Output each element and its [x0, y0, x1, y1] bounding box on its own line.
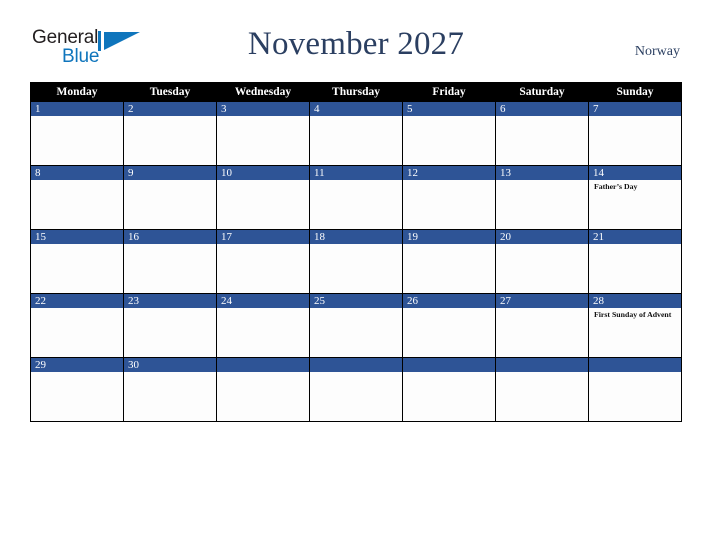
day-number: 5	[403, 102, 495, 116]
calendar-day-cell-22[interactable]: 22	[30, 293, 124, 358]
day-number: 12	[403, 166, 495, 180]
calendar-week-row: 15 16 17 18 19 20 21	[30, 229, 682, 294]
event-label: First Sunday of Advent	[594, 310, 672, 319]
calendar-day-cell-30[interactable]: 30	[123, 357, 217, 422]
calendar-day-cell-18[interactable]: 18	[309, 229, 403, 294]
calendar-week-row: 1234567	[30, 101, 682, 166]
day-number: 3	[217, 102, 309, 116]
weekday-header-monday: Monday	[30, 82, 124, 102]
calendar-week-row: 29 30	[30, 357, 682, 422]
calendar-day-cell-8[interactable]: 8	[30, 165, 124, 230]
weekday-header-row: Monday Tuesday Wednesday Thursday Friday Satu…	[30, 82, 682, 102]
day-number: 11	[310, 166, 402, 180]
calendar-day-cell-12[interactable]: 12	[402, 165, 496, 230]
day-number: 2	[124, 102, 216, 116]
calendar-day-cell-13[interactable]: 13	[495, 165, 589, 230]
day-number: 26	[403, 294, 495, 308]
day-number: 22	[31, 294, 123, 308]
weekday-header-tuesday: Tuesday	[123, 82, 217, 102]
day-number	[310, 358, 402, 372]
calendar-week-row: 22 23 24 25 26 27 28 First Sunday of Advent	[30, 293, 682, 358]
calendar-day-cell-27[interactable]: 27	[495, 293, 589, 358]
calendar-day-cell-19[interactable]: 19	[402, 229, 496, 294]
calendar-day-cell-26[interactable]: 26	[402, 293, 496, 358]
calendar-day-cell-empty[interactable]	[309, 357, 403, 422]
page-title: November 2027	[247, 26, 465, 62]
calendar-day-cell-7[interactable]: 7	[588, 101, 682, 166]
calendar-day-cell-28[interactable]: 28 First Sunday of Advent	[588, 293, 682, 358]
day-number: 6	[496, 102, 588, 116]
day-number	[403, 358, 495, 372]
calendar-day-cell-11[interactable]: 11	[309, 165, 403, 230]
calendar-day-cell-21[interactable]: 21	[588, 229, 682, 294]
calendar-day-cell-5[interactable]: 5	[402, 101, 496, 166]
day-events: Father’s Day	[589, 180, 681, 192]
day-number: 24	[217, 294, 309, 308]
weekday-header-thursday: Thursday	[309, 82, 403, 102]
page-header: General Blue November 2027 Norway	[0, 0, 712, 67]
calendar-day-cell-15[interactable]: 15	[30, 229, 124, 294]
calendar-day-cell-4[interactable]: 4	[309, 101, 403, 166]
day-number: 28	[589, 294, 681, 308]
day-number	[496, 358, 588, 372]
calendar-day-cell-24[interactable]: 24	[216, 293, 310, 358]
day-number: 17	[217, 230, 309, 244]
day-number: 4	[310, 102, 402, 116]
calendar-day-cell-10[interactable]: 10	[216, 165, 310, 230]
day-number: 29	[31, 358, 123, 372]
calendar-day-cell-2[interactable]: 2	[123, 101, 217, 166]
day-number: 19	[403, 230, 495, 244]
calendar-day-cell-empty[interactable]	[216, 357, 310, 422]
day-number: 10	[217, 166, 309, 180]
calendar-day-cell-3[interactable]: 3	[216, 101, 310, 166]
calendar-day-cell-23[interactable]: 23	[123, 293, 217, 358]
calendar-day-cell-6[interactable]: 6	[495, 101, 589, 166]
calendar-day-cell-empty[interactable]	[402, 357, 496, 422]
country-label: Norway	[634, 44, 680, 59]
day-number: 15	[31, 230, 123, 244]
calendar-table: Monday Tuesday Wednesday Thursday Friday Satu…	[30, 82, 682, 422]
day-number: 7	[589, 102, 681, 116]
calendar-day-cell-14[interactable]: 14 Father’s Day	[588, 165, 682, 230]
calendar-body: 1 2 3 4 5 6 7 8 9 10 11 12 13 14 Father’s Day 15 16 17 18 1…	[30, 101, 682, 422]
calendar-day-cell-empty[interactable]	[495, 357, 589, 422]
calendar-week-row: 8 9 10 11 12 13 14 Father’s Day	[30, 165, 682, 230]
calendar-day-cell-9[interactable]: 9	[123, 165, 217, 230]
calendar-day-cell-25[interactable]: 25	[309, 293, 403, 358]
day-number: 13	[496, 166, 588, 180]
day-number: 9	[124, 166, 216, 180]
day-number: 14	[589, 166, 681, 180]
day-number: 1	[31, 102, 123, 116]
day-number: 30	[124, 358, 216, 372]
weekday-header-friday: Friday	[402, 82, 496, 102]
calendar-day-cell-16[interactable]: 16	[123, 229, 217, 294]
day-number: 25	[310, 294, 402, 308]
weekday-header-saturday: Saturday	[495, 82, 589, 102]
day-number	[217, 358, 309, 372]
day-number: 8	[31, 166, 123, 180]
weekday-header-wednesday: Wednesday	[216, 82, 310, 102]
weekday-header-sunday: Sunday	[588, 82, 682, 102]
day-number: 16	[124, 230, 216, 244]
day-number: 21	[589, 230, 681, 244]
calendar-day-cell-1[interactable]: 1	[30, 101, 124, 166]
day-number: 20	[496, 230, 588, 244]
day-number	[589, 358, 681, 372]
day-number: 18	[310, 230, 402, 244]
calendar-day-cell-empty[interactable]	[588, 357, 682, 422]
calendar-day-cell-20[interactable]: 20	[495, 229, 589, 294]
event-label: Father’s Day	[594, 182, 638, 191]
day-number: 23	[124, 294, 216, 308]
day-events: First Sunday of Advent	[589, 308, 681, 320]
calendar-day-cell-29[interactable]: 29	[30, 357, 124, 422]
day-number: 27	[496, 294, 588, 308]
calendar-day-cell-17[interactable]: 17	[216, 229, 310, 294]
